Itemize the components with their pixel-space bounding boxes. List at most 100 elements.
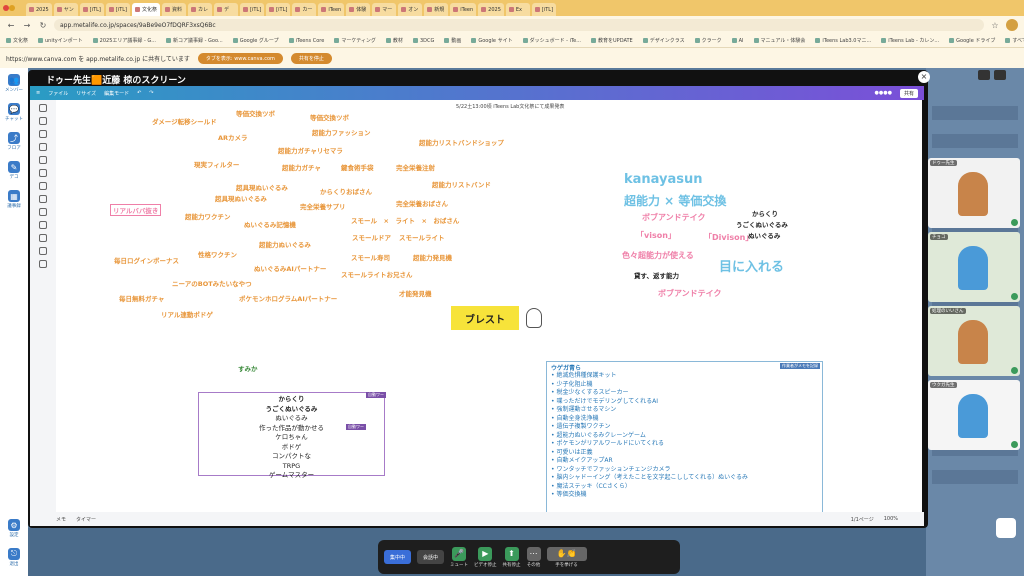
undo-icon[interactable]: ↶ [137, 90, 141, 96]
video-tile[interactable]: チョコ [928, 232, 1020, 302]
collaborators[interactable]: ●●●● [875, 90, 892, 96]
rail-item[interactable]: ▦ 議事録 [7, 190, 21, 209]
black-word[interactable]: うごくぬいぐるみ [736, 219, 788, 229]
sticky-note[interactable]: 鍵食術手袋 [341, 162, 374, 172]
kanayasun-title[interactable]: kanayasun [624, 172, 703, 187]
sticky-note[interactable]: 超能力ワクチン [185, 211, 231, 221]
menu-icon[interactable]: ≡ [36, 90, 40, 96]
sticky-note[interactable]: ARカメラ [218, 132, 248, 142]
pink-word[interactable]: ボブアンドテイク [642, 212, 706, 223]
browser-tab[interactable]: 新規 [424, 3, 449, 16]
sticky-note[interactable]: 等価交換ツボ [310, 112, 349, 122]
sumika-label[interactable]: すみか [238, 363, 258, 373]
sticky-note[interactable]: 完全栄養おばさん [396, 198, 448, 208]
video-tile[interactable]: ドゥー先生 [928, 158, 1020, 228]
sticky-note[interactable]: スモールライト [399, 232, 445, 242]
notes-button[interactable]: メモ [56, 516, 66, 523]
magic-icon[interactable] [39, 260, 47, 268]
profile-avatar[interactable] [1006, 19, 1018, 31]
browser-tab[interactable]: 2025 [478, 3, 504, 16]
blue-big-word[interactable]: 目に入れる [719, 256, 784, 275]
sticky-note[interactable]: スモール寿司 [351, 252, 390, 262]
bookmark-item[interactable]: 動画 [444, 37, 461, 44]
show-tab-button[interactable]: タブを表示: www.canva.com [197, 52, 283, 64]
projects-icon[interactable] [39, 182, 47, 190]
rail-item[interactable]: ⚙ 設定 [8, 519, 20, 538]
browser-tab[interactable]: デ [214, 3, 239, 16]
grid-view-icon[interactable] [978, 70, 990, 80]
browser-tab[interactable]: [iTL] [266, 3, 291, 16]
canva-share-button[interactable]: 共有 [899, 88, 918, 98]
zoom-level[interactable]: 100% [884, 516, 898, 522]
minimize-window-icon[interactable] [9, 5, 15, 11]
browser-tab[interactable]: [iTL] [105, 3, 131, 16]
text-icon[interactable] [39, 130, 47, 138]
pink-word[interactable]: 色々超能力が使える [622, 250, 694, 261]
idea-frame-left[interactable]: からくり うごくぬいぐるみ ぬいぐるみ 作った作品が動かせる ケロちゃん ボドゲ コンパクト… [198, 392, 385, 479]
bookmark-item[interactable]: マニュアル・体験会 [753, 37, 805, 44]
black-word[interactable]: 貸す、返す能力 [634, 270, 679, 280]
more-button[interactable]: ⋯ その他 [526, 546, 541, 568]
sticky-note[interactable]: ポケモンホログラムAIパートナー [239, 293, 337, 303]
redo-icon[interactable]: ↷ [149, 90, 153, 96]
browser-tab[interactable]: マー [372, 3, 397, 16]
mode-talk-button[interactable]: 会話中 [417, 550, 445, 564]
black-word[interactable]: からくり [752, 208, 778, 218]
browser-tab[interactable]: iTeen [450, 3, 477, 16]
pink-box-label[interactable]: リアルババ抜き [110, 204, 162, 216]
browser-tab[interactable]: iTeen [318, 3, 345, 16]
bookmark-item[interactable]: クラーク [694, 37, 722, 44]
chat-bubble-icon[interactable] [996, 518, 1016, 538]
forward-icon[interactable]: → [22, 21, 32, 30]
video-tile[interactable]: 処理のいいさん [928, 306, 1020, 376]
bookmark-item[interactable]: AI [731, 38, 744, 44]
browser-tab[interactable]: 体験 [346, 3, 371, 16]
bookmark-item[interactable]: unityインポート [38, 37, 83, 44]
bookmark-item[interactable]: ダッシュボード - iTe... [522, 37, 581, 44]
mic-button[interactable]: 🎤 ミュート [450, 546, 468, 568]
brand-icon[interactable] [39, 143, 47, 151]
menu-file[interactable]: ファイル [48, 90, 68, 97]
sticky-note[interactable]: 完全栄養注射 [396, 162, 435, 172]
browser-tab[interactable]: カー [292, 3, 317, 16]
bookmark-item[interactable]: デザインクラス [642, 37, 685, 44]
nouryoku-line[interactable]: 超能力 × 等価交換 [624, 192, 726, 209]
browser-tab[interactable]: Ex [505, 3, 530, 16]
video-tile[interactable]: ウクガ先生 [928, 380, 1020, 450]
bookmark-item[interactable]: iTeens Lab - カレン... [881, 37, 939, 44]
apps-icon[interactable] [39, 195, 47, 203]
sticky-note[interactable]: ダメージ転移シールド [152, 116, 217, 126]
rail-item[interactable]: 👥 メンバー [5, 74, 23, 93]
browser-tab[interactable]: [iTL] [531, 3, 557, 16]
back-icon[interactable]: ← [6, 21, 16, 30]
browser-tab[interactable]: 文化祭 [132, 3, 161, 16]
sticky-note[interactable]: 超能力ガチャ [282, 162, 321, 172]
browser-tab[interactable]: [iTL] [79, 3, 104, 16]
sticky-note[interactable]: 超能力リストバンド [432, 179, 491, 189]
raise-hand-button[interactable]: ✋👏 手を挙げる [546, 546, 587, 568]
close-share-icon[interactable]: × [918, 71, 930, 83]
charts-icon[interactable] [39, 247, 47, 255]
sticky-note[interactable]: スモールドア [352, 232, 391, 242]
sticky-note[interactable]: ぬいぐるみAIパートナー [254, 263, 326, 273]
idea-frame-right[interactable]: ウゲガ青ら 作業者がメモを記録 • 絶滅危惧種保護キット • 少子化阻止機 • 税金少な… [546, 361, 823, 512]
pink-word[interactable]: 「vison」 [636, 230, 676, 241]
black-word[interactable]: ぬいぐるみ [748, 230, 780, 240]
pink-word[interactable]: 「Divison」 [704, 232, 753, 243]
sticky-note[interactable]: 毎日無料ガチャ [119, 293, 164, 303]
reload-icon[interactable]: ↻ [38, 21, 48, 30]
browser-tab[interactable]: オン [398, 3, 423, 16]
bookmark-item[interactable]: マーケティング [334, 37, 376, 44]
browser-tab[interactable]: [iTL] [240, 3, 265, 16]
sticky-note[interactable]: 超具現ぬいぐるみ [236, 182, 288, 192]
sticky-note[interactable]: スモール × ライト × おばさん [351, 215, 459, 225]
rail-item[interactable]: ✎ デコ [8, 161, 20, 180]
browser-tab[interactable]: 2025 [26, 3, 52, 16]
uploads-icon[interactable] [39, 156, 47, 164]
mode-focus-button[interactable]: 集中中 [384, 550, 412, 564]
menu-resize[interactable]: リサイズ [76, 90, 96, 97]
browser-tab[interactable]: ヤン [53, 3, 78, 16]
rail-item[interactable]: 💬 チャット [5, 103, 23, 122]
whiteboard-canvas[interactable]: 5/22土13:00頃 iTeens Lab文化祭にて成果発表 等価交換ツボ 等価… [56, 100, 922, 512]
videos-icon[interactable] [39, 221, 47, 229]
